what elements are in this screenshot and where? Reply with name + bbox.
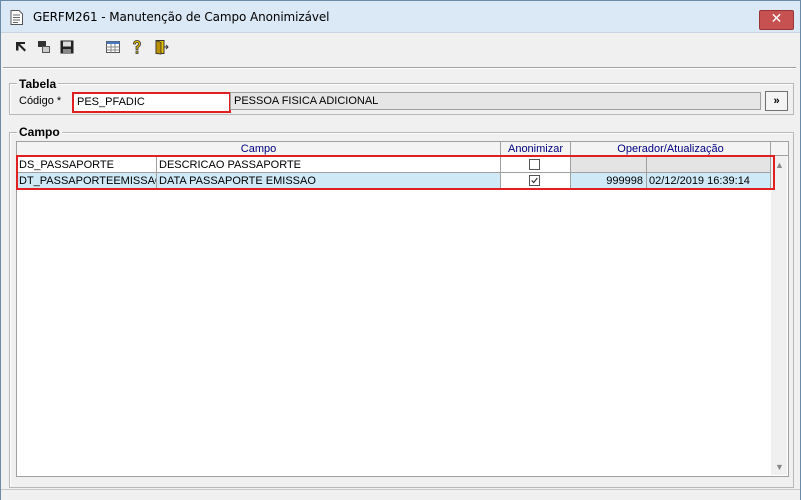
row-anonimizar-cell: [501, 173, 571, 189]
toolbar-separator: [3, 67, 796, 69]
scroll-up-icon[interactable]: ▲: [775, 160, 784, 170]
lookup-button[interactable]: »: [765, 91, 788, 111]
anonimizar-checkbox[interactable]: [529, 159, 540, 170]
document-icon: [10, 10, 23, 25]
row-campo-cell[interactable]: DS_PASSAPORTE: [17, 157, 157, 173]
first-record-icon[interactable]: [14, 39, 30, 55]
close-button[interactable]: ✕: [759, 10, 794, 30]
row-descricao-cell[interactable]: DESCRICAO PASSAPORTE: [157, 157, 501, 173]
help-icon[interactable]: [129, 39, 145, 55]
codigo-input[interactable]: PES_PFADIC: [72, 92, 231, 113]
codigo-label: Código *: [19, 95, 62, 107]
column-header-anonimizar[interactable]: Anonimizar: [501, 142, 571, 156]
column-header-filler: [771, 142, 788, 156]
status-bar: [1, 489, 800, 500]
main-window: GERFM261 - Manutenção de Campo Anonimizá…: [0, 0, 801, 500]
descricao-field: PESSOA FISICA ADICIONAL: [230, 92, 761, 110]
tabela-group-label: Tabela: [17, 77, 59, 91]
campo-group-label: Campo: [17, 125, 62, 139]
scroll-down-icon[interactable]: ▼: [775, 462, 784, 472]
anonimizar-checkbox-checked[interactable]: [529, 175, 540, 186]
column-header-operador[interactable]: Operador/Atualização: [571, 142, 771, 156]
title-bar: GERFM261 - Manutenção de Campo Anonimizá…: [1, 1, 800, 33]
toolbar: [1, 33, 800, 63]
row-operador-cell: [571, 157, 647, 173]
row-descricao-cell[interactable]: DATA PASSAPORTE EMISSAO: [157, 173, 501, 189]
exit-icon[interactable]: [153, 39, 169, 55]
column-header-campo[interactable]: Campo: [17, 142, 501, 156]
row-atualizacao-cell: 02/12/2019 16:39:14: [647, 173, 771, 189]
campo-grid: Campo Anonimizar Operador/Atualização DS…: [16, 141, 789, 477]
window-title: GERFM261 - Manutenção de Campo Anonimizá…: [33, 10, 330, 24]
row-campo-cell[interactable]: DT_PASSAPORTEEMISSAO: [17, 173, 157, 189]
row-anonimizar-cell: [501, 157, 571, 173]
save-icon[interactable]: [59, 39, 75, 55]
row-operador-cell: 999998: [571, 173, 647, 189]
vertical-scrollbar[interactable]: ▲ ▼: [771, 156, 787, 475]
row-atualizacao-cell: [647, 157, 771, 173]
copy-record-icon[interactable]: [36, 39, 52, 55]
grid-view-icon[interactable]: [105, 39, 121, 55]
